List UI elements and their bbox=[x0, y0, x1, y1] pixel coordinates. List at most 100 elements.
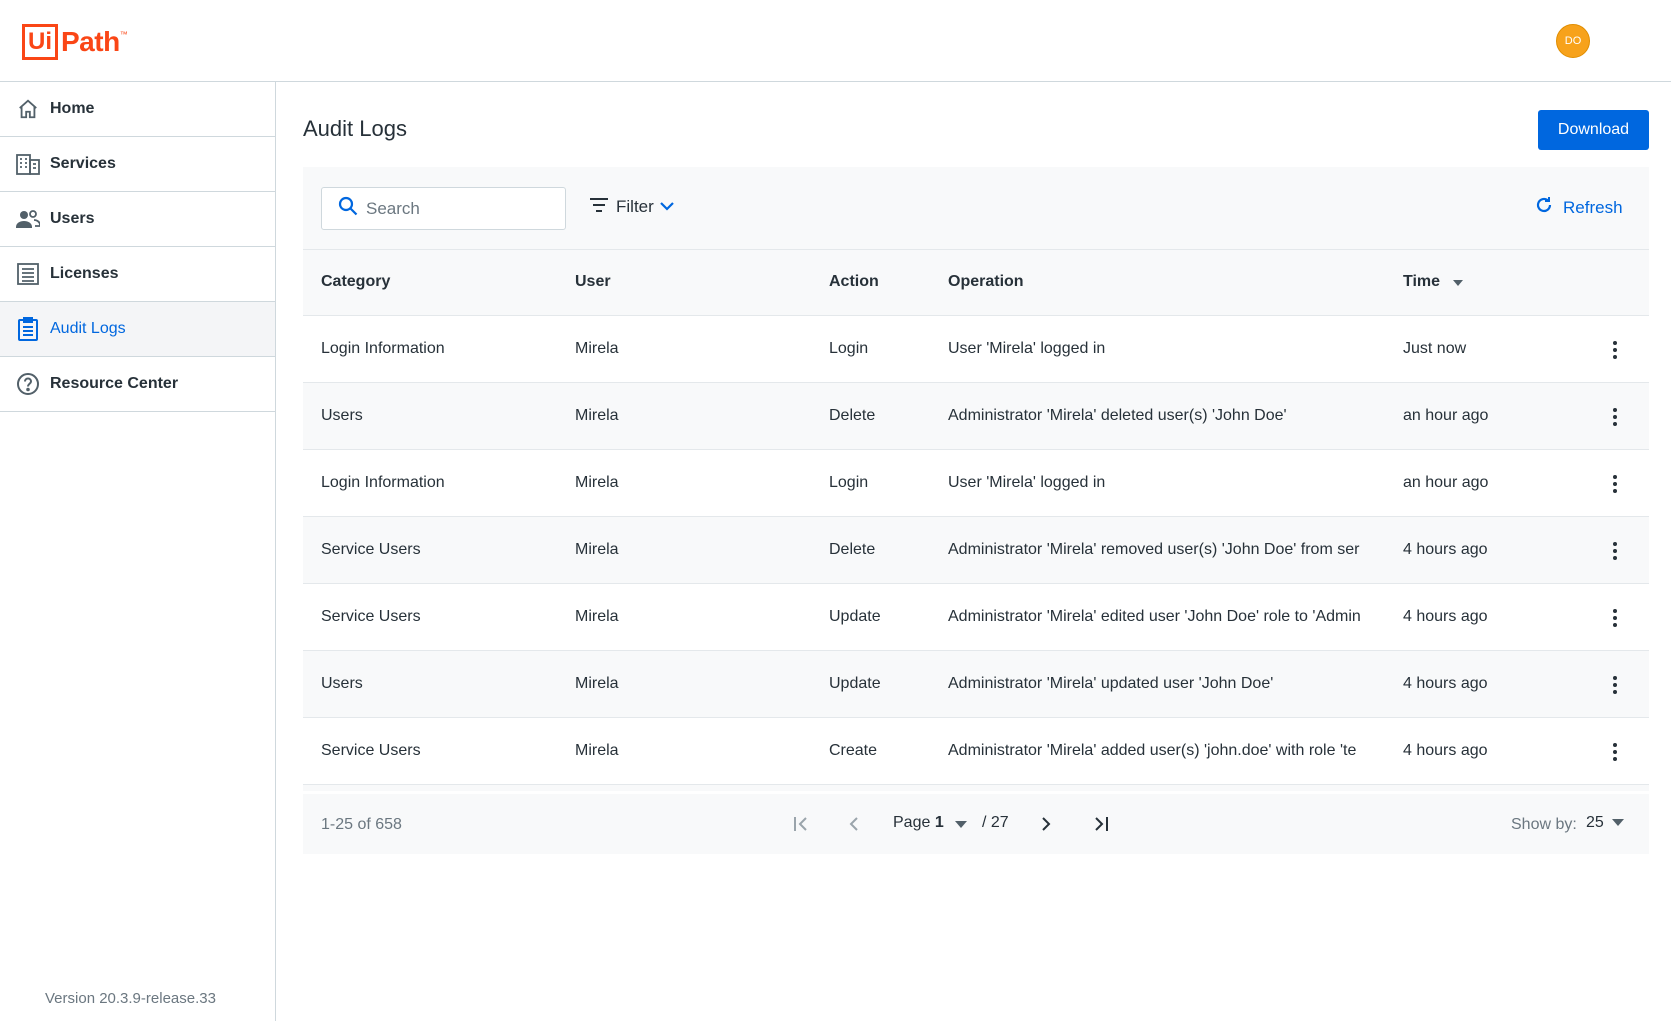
logo-text: Path bbox=[61, 26, 120, 57]
cell-category: Login Information bbox=[321, 340, 445, 357]
pagination-bar: 1-25 of 658 Page 1 / 27 Show by: 25 bbox=[303, 794, 1649, 854]
current-page: 1 bbox=[934, 814, 944, 831]
cell-action: Create bbox=[829, 742, 878, 759]
cell-operation: Administrator 'Mirela' added user(s) 'jo… bbox=[948, 742, 1357, 759]
cell-operation: User 'Mirela' logged in bbox=[948, 340, 1106, 357]
cell-user: Mirela bbox=[575, 675, 619, 692]
show-by-value: 25 bbox=[1586, 814, 1604, 831]
sidebar-item-users[interactable]: Users bbox=[0, 192, 275, 247]
table-toolbar: Filter Refresh bbox=[303, 167, 1649, 249]
cell-user: Mirela bbox=[575, 541, 619, 558]
cell-category: Service Users bbox=[321, 608, 421, 625]
version-label: Version 20.3.9-release.33 bbox=[45, 990, 216, 1007]
table-row[interactable]: Service Users Mirela Update Administrato… bbox=[303, 584, 1649, 651]
sidebar-item-label: Audit Logs bbox=[50, 320, 126, 337]
cell-time: an hour ago bbox=[1403, 474, 1489, 491]
column-header-user[interactable]: User bbox=[575, 273, 611, 291]
table-row[interactable]: Login Information Mirela Login User 'Mir… bbox=[303, 450, 1649, 517]
previous-page-icon[interactable] bbox=[840, 810, 868, 838]
cell-category: Users bbox=[321, 675, 363, 692]
sidebar-item-label: Home bbox=[50, 100, 95, 117]
cell-action: Login bbox=[829, 340, 869, 357]
column-header-action[interactable]: Action bbox=[829, 273, 879, 291]
building-icon bbox=[16, 152, 40, 176]
cell-user: Mirela bbox=[575, 340, 619, 357]
more-options-icon[interactable] bbox=[1603, 671, 1627, 699]
cell-category: Service Users bbox=[321, 541, 421, 558]
table-row[interactable]: Users Mirela Update Administrator 'Mirel… bbox=[303, 651, 1649, 718]
more-options-icon[interactable] bbox=[1603, 336, 1627, 364]
next-page-icon[interactable] bbox=[1032, 810, 1060, 838]
page-total: / 27 bbox=[982, 814, 1009, 831]
logo-box: Ui bbox=[22, 24, 58, 60]
more-options-icon[interactable] bbox=[1603, 537, 1627, 565]
chevron-down-icon bbox=[660, 198, 674, 216]
more-options-icon[interactable] bbox=[1603, 738, 1627, 766]
page-dropdown-icon[interactable] bbox=[955, 816, 967, 834]
pagination-range: 1-25 of 658 bbox=[321, 816, 402, 833]
logo-trademark: ™ bbox=[119, 30, 128, 39]
more-options-icon[interactable] bbox=[1603, 604, 1627, 632]
cell-category: Service Users bbox=[321, 742, 421, 759]
cell-action: Delete bbox=[829, 541, 876, 558]
cell-time: 4 hours ago bbox=[1403, 608, 1488, 625]
refresh-label: Refresh bbox=[1563, 197, 1623, 217]
table-row[interactable]: Users Mirela Delete Administrator 'Mirel… bbox=[303, 383, 1649, 450]
filter-icon bbox=[590, 197, 608, 217]
search-icon bbox=[338, 196, 358, 221]
table-row[interactable]: Service Users Mirela Delete Administrato… bbox=[303, 517, 1649, 584]
table-row[interactable]: Login Information Mirela Login User 'Mir… bbox=[303, 316, 1649, 383]
last-page-icon[interactable] bbox=[1087, 810, 1115, 838]
uipath-logo[interactable]: Ui Path ™ bbox=[22, 24, 128, 60]
audit-log-panel: Filter Refresh Category User Action Oper… bbox=[303, 167, 1649, 854]
cell-operation: Administrator 'Mirela' removed user(s) '… bbox=[948, 541, 1360, 558]
more-options-icon[interactable] bbox=[1603, 403, 1627, 431]
cell-operation: User 'Mirela' logged in bbox=[948, 474, 1106, 491]
column-header-category[interactable]: Category bbox=[321, 273, 390, 291]
search-box[interactable] bbox=[321, 187, 566, 230]
refresh-icon bbox=[1535, 196, 1553, 219]
sidebar-item-resource-center[interactable]: Resource Center bbox=[0, 357, 275, 412]
cell-user: Mirela bbox=[575, 407, 619, 424]
column-header-time[interactable]: Time bbox=[1403, 273, 1463, 291]
show-by-label: Show by: bbox=[1511, 816, 1577, 833]
cell-time: Just now bbox=[1403, 340, 1467, 357]
cell-user: Mirela bbox=[575, 474, 619, 491]
first-page-icon[interactable] bbox=[788, 810, 816, 838]
sidebar-item-audit-logs[interactable]: Audit Logs bbox=[0, 302, 275, 357]
home-icon bbox=[16, 97, 40, 121]
sidebar-item-services[interactable]: Services bbox=[0, 137, 275, 192]
dropdown-arrow-icon bbox=[1611, 819, 1624, 827]
help-circle-icon bbox=[16, 372, 40, 396]
sidebar: Home Services Users Licenses Audit Logs … bbox=[0, 82, 276, 1021]
refresh-button[interactable]: Refresh bbox=[1535, 196, 1623, 219]
table-header: Category User Action Operation Time bbox=[303, 249, 1649, 316]
cell-time: 4 hours ago bbox=[1403, 742, 1488, 759]
cell-user: Mirela bbox=[575, 608, 619, 625]
cell-user: Mirela bbox=[575, 742, 619, 759]
cell-action: Login bbox=[829, 474, 869, 491]
filter-button[interactable]: Filter bbox=[590, 197, 674, 217]
cell-category: Login Information bbox=[321, 474, 445, 491]
cell-operation: Administrator 'Mirela' updated user 'Joh… bbox=[948, 675, 1274, 692]
user-avatar[interactable]: DO bbox=[1556, 24, 1590, 58]
search-input[interactable] bbox=[366, 198, 556, 219]
sidebar-item-label: Services bbox=[50, 155, 116, 172]
sidebar-item-label: Users bbox=[50, 210, 95, 227]
cell-action: Delete bbox=[829, 407, 876, 424]
table-row[interactable]: Service Users Mirela Create Administrato… bbox=[303, 718, 1649, 785]
sidebar-item-licenses[interactable]: Licenses bbox=[0, 247, 275, 302]
column-header-operation[interactable]: Operation bbox=[948, 273, 1024, 291]
download-button[interactable]: Download bbox=[1538, 110, 1649, 150]
sidebar-item-home[interactable]: Home bbox=[0, 82, 275, 137]
sidebar-item-label: Resource Center bbox=[50, 375, 179, 392]
cell-action: Update bbox=[829, 608, 881, 625]
cell-time: 4 hours ago bbox=[1403, 675, 1488, 692]
users-icon bbox=[16, 207, 40, 231]
more-options-icon[interactable] bbox=[1603, 470, 1627, 498]
show-by-select[interactable]: 25 bbox=[1586, 814, 1624, 832]
cell-time: an hour ago bbox=[1403, 407, 1489, 424]
cell-time: 4 hours ago bbox=[1403, 541, 1488, 558]
page-label-prefix: Page bbox=[893, 814, 931, 831]
filter-label: Filter bbox=[616, 197, 654, 216]
